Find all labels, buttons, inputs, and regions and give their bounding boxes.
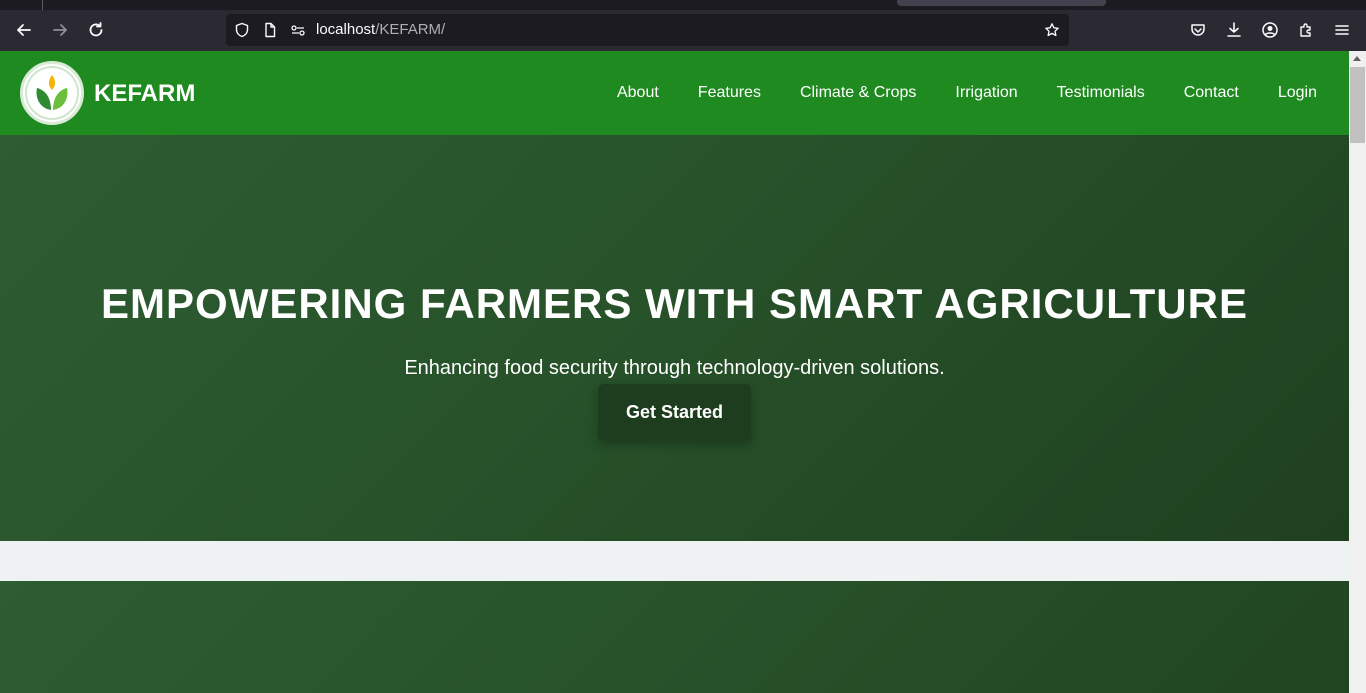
page-scrollbar[interactable] [1349, 51, 1366, 693]
brand-name[interactable]: KEFARM [94, 81, 195, 107]
extensions-icon[interactable] [1292, 16, 1320, 44]
scrollbar-thumb[interactable] [1350, 67, 1365, 143]
url-host: localhost [316, 21, 376, 38]
forward-arrow-icon[interactable] [46, 16, 74, 44]
nav-about[interactable]: About [617, 83, 659, 103]
hero-subtitle: Enhancing food security through technolo… [404, 357, 945, 379]
reload-icon[interactable] [82, 16, 110, 44]
kefarm-logo[interactable] [20, 61, 84, 125]
url-path: /KEFARM/ [375, 21, 446, 38]
pocket-icon[interactable] [1184, 16, 1212, 44]
get-started-button[interactable]: Get Started [598, 384, 751, 441]
menu-icon[interactable] [1328, 16, 1356, 44]
nav-climate-crops[interactable]: Climate & Crops [800, 83, 916, 103]
shield-icon[interactable] [234, 22, 250, 38]
nav-contact[interactable]: Contact [1184, 83, 1239, 103]
browser-toolbar: localhost/KEFARM/ [0, 10, 1366, 51]
page-viewport: KEFARM About Features Climate & Crops Ir… [0, 51, 1349, 693]
nav-login[interactable]: Login [1278, 83, 1317, 103]
back-arrow-icon[interactable] [10, 16, 38, 44]
nav-features[interactable]: Features [698, 83, 761, 103]
nav-testimonials[interactable]: Testimonials [1057, 83, 1145, 103]
download-icon[interactable] [1220, 16, 1248, 44]
active-tab[interactable] [897, 0, 1106, 6]
tab-strip [0, 0, 1366, 10]
hero-title: EMPOWERING FARMERS WITH SMART AGRICULTUR… [101, 280, 1248, 327]
scroll-up-arrow-icon[interactable] [1353, 56, 1361, 61]
nav-irrigation[interactable]: Irrigation [955, 83, 1017, 103]
next-section [0, 581, 1349, 693]
url-text[interactable]: localhost/KEFARM/ [316, 22, 445, 38]
main-nav: About Features Climate & Crops Irrigatio… [617, 83, 1317, 103]
url-bar[interactable]: localhost/KEFARM/ [226, 14, 1069, 46]
permissions-icon[interactable] [290, 22, 306, 38]
hero-section: EMPOWERING FARMERS WITH SMART AGRICULTUR… [0, 135, 1349, 625]
account-icon[interactable] [1256, 16, 1284, 44]
star-icon[interactable] [1044, 22, 1060, 38]
tab-separator [42, 0, 43, 10]
site-header: KEFARM About Features Climate & Crops Ir… [0, 51, 1349, 135]
page-icon [265, 22, 276, 38]
leaf-logo-icon [25, 66, 79, 120]
